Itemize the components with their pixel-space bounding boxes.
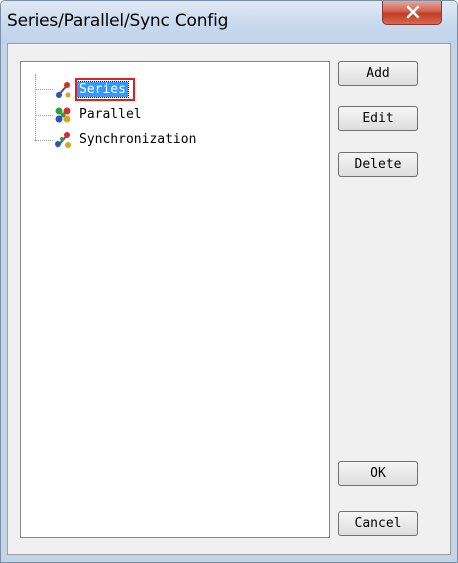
tree-connector-parallel <box>35 115 53 116</box>
tree-connector-vertical <box>35 74 36 140</box>
tree-item-label: Parallel <box>79 107 142 122</box>
close-icon <box>406 5 420 19</box>
series-icon <box>56 82 71 98</box>
window-title: Series/Parallel/Sync Config <box>7 11 229 31</box>
tree-connector-synchronization <box>35 140 53 141</box>
tree-item-synchronization[interactable]: Synchronization <box>53 130 253 150</box>
tree-item-label: Series <box>76 81 129 98</box>
title-bar[interactable]: Series/Parallel/Sync Config <box>1 1 457 43</box>
synchronization-icon <box>55 132 71 148</box>
cancel-button[interactable]: Cancel <box>338 511 418 536</box>
tree-item-series[interactable]: Series <box>53 80 183 100</box>
dialog-window: Series/Parallel/Sync Config Series Paral… <box>0 0 458 563</box>
config-tree[interactable]: Series Parallel Synchronization <box>20 61 330 538</box>
ok-button[interactable]: OK <box>338 461 418 486</box>
edit-button[interactable]: Edit <box>338 106 418 131</box>
close-button[interactable] <box>382 1 442 25</box>
parallel-icon <box>55 107 71 123</box>
add-button[interactable]: Add <box>338 61 418 86</box>
tree-item-parallel[interactable]: Parallel <box>53 105 183 125</box>
delete-button[interactable]: Delete <box>338 152 418 177</box>
dialog-client-area: Series Parallel Synchronization Add Edit… <box>7 43 451 555</box>
tree-connector-series <box>35 89 53 90</box>
tree-item-label: Synchronization <box>79 132 197 147</box>
